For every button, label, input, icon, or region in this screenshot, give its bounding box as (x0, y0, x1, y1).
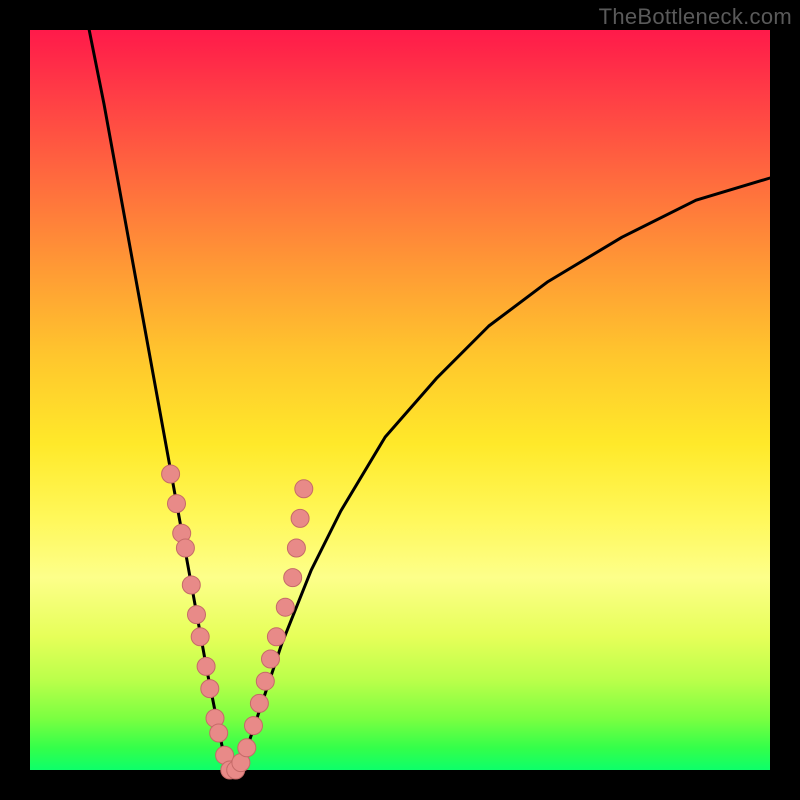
data-marker (162, 465, 180, 483)
watermark-text: TheBottleneck.com (599, 4, 792, 30)
data-marker (238, 739, 256, 757)
bottleneck-curve (89, 30, 770, 770)
data-marker (267, 628, 285, 646)
data-marker (291, 509, 309, 527)
data-marker (168, 495, 186, 513)
data-marker (284, 569, 302, 587)
chart-frame: TheBottleneck.com (0, 0, 800, 800)
data-marker (245, 717, 263, 735)
data-marker (295, 480, 313, 498)
data-marker (191, 628, 209, 646)
data-marker (197, 657, 215, 675)
curve-layer (89, 30, 770, 770)
data-marker (176, 539, 194, 557)
data-marker (201, 680, 219, 698)
data-marker (287, 539, 305, 557)
data-marker (210, 724, 228, 742)
data-marker (262, 650, 280, 668)
data-marker (182, 576, 200, 594)
data-marker (256, 672, 274, 690)
data-marker (250, 694, 268, 712)
chart-svg (30, 30, 770, 770)
data-marker (188, 606, 206, 624)
data-marker (276, 598, 294, 616)
